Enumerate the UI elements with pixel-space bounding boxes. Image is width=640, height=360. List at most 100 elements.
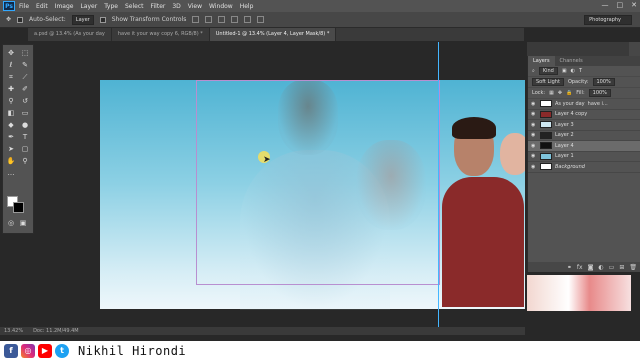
gradient-tool-icon[interactable]: ▭ <box>20 108 30 118</box>
trash-icon[interactable]: 🗑 <box>629 264 637 271</box>
eye-icon[interactable]: ◉ <box>531 122 537 128</box>
menu-help[interactable]: Help <box>240 3 254 10</box>
blur-tool-icon[interactable]: ◆ <box>6 120 16 130</box>
align-center-icon[interactable] <box>244 16 252 23</box>
healing-tool-icon[interactable]: ✚ <box>6 84 16 94</box>
fx-icon[interactable]: fx <box>577 264 583 271</box>
brush-tool-icon[interactable]: ✐ <box>20 84 30 94</box>
tab-channels[interactable]: Channels <box>555 56 588 66</box>
menu-3d[interactable]: 3D <box>172 3 180 10</box>
layer-name: Layer 3 <box>555 121 574 128</box>
eye-icon[interactable]: ◉ <box>531 111 537 117</box>
filter-type-icon[interactable]: T <box>579 68 582 74</box>
more-tools-icon[interactable]: … <box>6 168 16 178</box>
layer-row-selected[interactable]: ◉ Layer 4 <box>528 141 640 152</box>
eraser-tool-icon[interactable]: ◧ <box>6 108 16 118</box>
layer-row[interactable]: ◉ Layer 1 <box>528 152 640 162</box>
tab-layers[interactable]: Layers <box>528 56 555 66</box>
opacity-field[interactable]: 100% <box>592 78 615 86</box>
layer-name: Background <box>555 163 585 170</box>
layers-panel: Layers Channels ⌕ Kind ▣ ◐ T Soft Light … <box>527 56 640 272</box>
screen-mode-icon[interactable]: ▣ <box>18 218 28 228</box>
layer-row[interactable]: ◉ Layer 4 copy <box>528 110 640 120</box>
menu-select[interactable]: Select <box>125 3 144 10</box>
tab-document-2[interactable]: have it your way copy 6, RGB/8) * <box>111 28 210 41</box>
panel-preview-image <box>527 275 631 311</box>
lock-position-icon[interactable]: ✥ <box>558 90 562 96</box>
layer-row[interactable]: ◉ Layer 2 <box>528 131 640 141</box>
eye-icon[interactable]: ◉ <box>531 164 537 170</box>
quick-mask-icon[interactable]: ◎ <box>6 218 16 228</box>
layer-bounding-box[interactable] <box>196 80 440 285</box>
author-name: Nikhil Hirondi <box>78 343 187 358</box>
menu-image[interactable]: Image <box>55 3 74 10</box>
path-select-icon[interactable]: ➤ <box>6 144 16 154</box>
vertical-guide[interactable] <box>438 42 439 327</box>
eye-icon[interactable]: ◉ <box>531 132 537 138</box>
zoom-level[interactable]: 13.42% <box>4 328 23 334</box>
woman-head <box>500 133 525 175</box>
creator-footer: f ◎ ▶ t Nikhil Hirondi <box>0 341 640 360</box>
history-brush-icon[interactable]: ↺ <box>20 96 30 106</box>
layer-row[interactable]: ◉ Layer 3 <box>528 120 640 131</box>
lasso-tool-icon[interactable]: ℓ <box>6 60 16 70</box>
menu-view[interactable]: View <box>188 3 202 10</box>
crop-tool-icon[interactable]: ⌗ <box>6 72 16 82</box>
document-tab-bar: a.psd @ 13.4% (As your day have it your … <box>28 28 524 41</box>
lock-pixels-icon[interactable]: ▦ <box>549 90 554 96</box>
adjustment-icon[interactable]: ◐ <box>598 264 603 271</box>
menu-layer[interactable]: Layer <box>80 3 97 10</box>
hand-tool-icon[interactable]: ✋ <box>6 156 16 166</box>
marquee-tool-icon[interactable]: ⬚ <box>20 48 30 58</box>
menu-edit[interactable]: Edit <box>36 3 48 10</box>
filter-pixel-icon[interactable]: ▣ <box>562 68 567 74</box>
auto-select-dropdown[interactable]: Layer <box>71 14 94 25</box>
close-icon[interactable]: ✕ <box>631 1 637 9</box>
stamp-tool-icon[interactable]: ⚲ <box>6 96 16 106</box>
filter-adjust-icon[interactable]: ◐ <box>571 68 575 74</box>
window-controls: — □ ✕ <box>602 1 638 9</box>
menu-file[interactable]: File <box>19 3 29 10</box>
align-bottom-icon[interactable] <box>218 16 226 23</box>
layer-row[interactable]: ◉ As your day have i... <box>528 99 640 110</box>
menu-type[interactable]: Type <box>104 3 118 10</box>
maximize-icon[interactable]: □ <box>617 1 624 9</box>
eyedropper-tool-icon[interactable]: ⟋ <box>20 72 30 82</box>
youtube-icon: ▶ <box>38 343 52 358</box>
menu-window[interactable]: Window <box>209 3 233 10</box>
minimize-icon[interactable]: — <box>602 1 609 9</box>
tab-document-1[interactable]: a.psd @ 13.4% (As your day <box>28 28 112 41</box>
align-left-icon[interactable] <box>231 16 239 23</box>
move-tool-icon[interactable]: ✥ <box>6 48 16 58</box>
type-tool-icon[interactable]: T <box>20 132 30 142</box>
dodge-tool-icon[interactable]: ● <box>20 120 30 130</box>
fill-field[interactable]: 100% <box>588 89 611 97</box>
eye-icon[interactable]: ◉ <box>531 143 537 149</box>
zoom-tool-icon[interactable]: ⚲ <box>20 156 30 166</box>
quick-select-tool-icon[interactable]: ✎ <box>20 60 30 70</box>
eye-icon[interactable]: ◉ <box>531 101 537 107</box>
eye-icon[interactable]: ◉ <box>531 153 537 159</box>
align-right-icon[interactable] <box>257 16 265 23</box>
folder-icon[interactable]: ▭ <box>609 264 615 271</box>
pen-tool-icon[interactable]: ✒ <box>6 132 16 142</box>
tab-document-3[interactable]: Untitled-1 @ 13.4% (Layer 4, Layer Mask/… <box>209 28 337 41</box>
background-color-swatch[interactable] <box>13 202 24 213</box>
auto-select-checkbox[interactable] <box>17 16 24 23</box>
kind-filter-dropdown[interactable]: Kind <box>538 67 558 75</box>
mask-icon[interactable]: ◙ <box>588 264 594 271</box>
blend-mode-dropdown[interactable]: Soft Light <box>532 78 564 86</box>
transform-controls-checkbox[interactable] <box>99 16 106 23</box>
move-tool-icon[interactable]: ✥ <box>6 16 11 23</box>
menu-filter[interactable]: Filter <box>151 3 166 10</box>
align-top-icon[interactable] <box>192 16 200 23</box>
canvas-area[interactable] <box>36 42 525 327</box>
shape-tool-icon[interactable]: ▢ <box>20 144 30 154</box>
layer-row[interactable]: ◉ Background <box>528 162 640 173</box>
couple-photo-layer[interactable] <box>442 117 525 317</box>
lock-all-icon[interactable]: 🔒 <box>566 90 572 96</box>
align-middle-icon[interactable] <box>205 16 213 23</box>
workspace-dropdown[interactable]: Photography <box>584 15 632 25</box>
link-icon[interactable]: ⚭ <box>567 264 572 271</box>
new-layer-icon[interactable]: ⊞ <box>619 264 624 271</box>
